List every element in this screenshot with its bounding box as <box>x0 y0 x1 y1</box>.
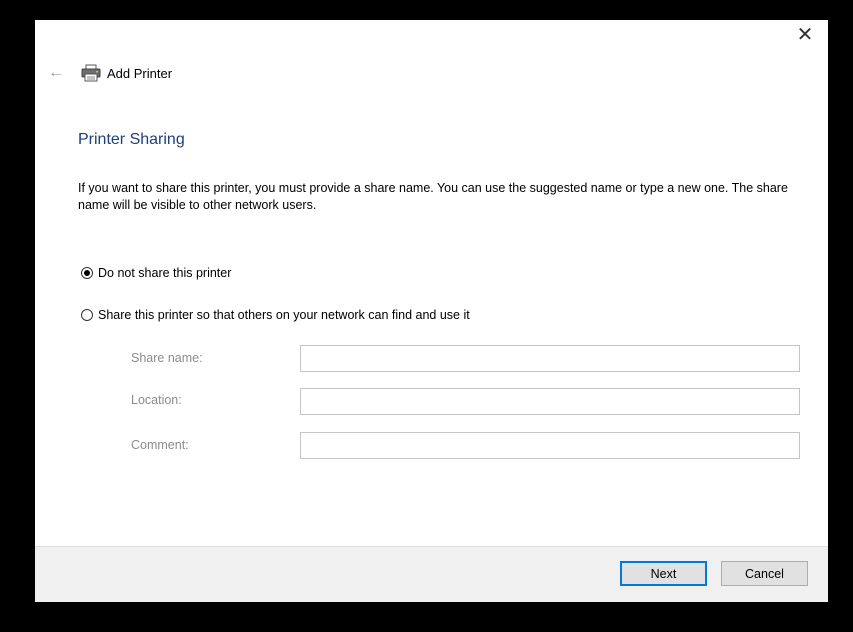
comment-input[interactable] <box>300 432 800 459</box>
title-bar: ← Add Printer <box>45 62 172 84</box>
back-arrow-icon[interactable]: ← <box>45 62 67 84</box>
radio-do-not-share[interactable]: Do not share this printer <box>81 266 231 280</box>
window-title: Add Printer <box>107 65 173 81</box>
location-label: Location: <box>131 393 182 407</box>
radio-selected-dot <box>84 270 90 276</box>
add-printer-dialog: ✕ ← Add Printer Printer Sharing If you w… <box>35 20 828 602</box>
close-icon[interactable]: ✕ <box>790 22 820 48</box>
radio-button-icon[interactable] <box>81 309 93 321</box>
comment-label: Comment: <box>131 438 189 452</box>
location-input[interactable] <box>300 388 800 415</box>
radio-do-not-share-label: Do not share this printer <box>98 266 232 280</box>
dialog-footer: Next Cancel <box>35 546 828 602</box>
page-heading: Printer Sharing <box>78 131 185 148</box>
radio-button-icon[interactable] <box>81 267 93 279</box>
share-name-label: Share name: <box>131 351 203 365</box>
page-description: If you want to share this printer, you m… <box>78 181 788 212</box>
next-button[interactable]: Next <box>620 561 707 586</box>
radio-share[interactable]: Share this printer so that others on you… <box>81 308 470 322</box>
share-name-input[interactable] <box>300 345 800 372</box>
printer-icon <box>81 64 101 82</box>
radio-share-label: Share this printer so that others on you… <box>98 308 470 322</box>
cancel-button[interactable]: Cancel <box>721 561 808 586</box>
